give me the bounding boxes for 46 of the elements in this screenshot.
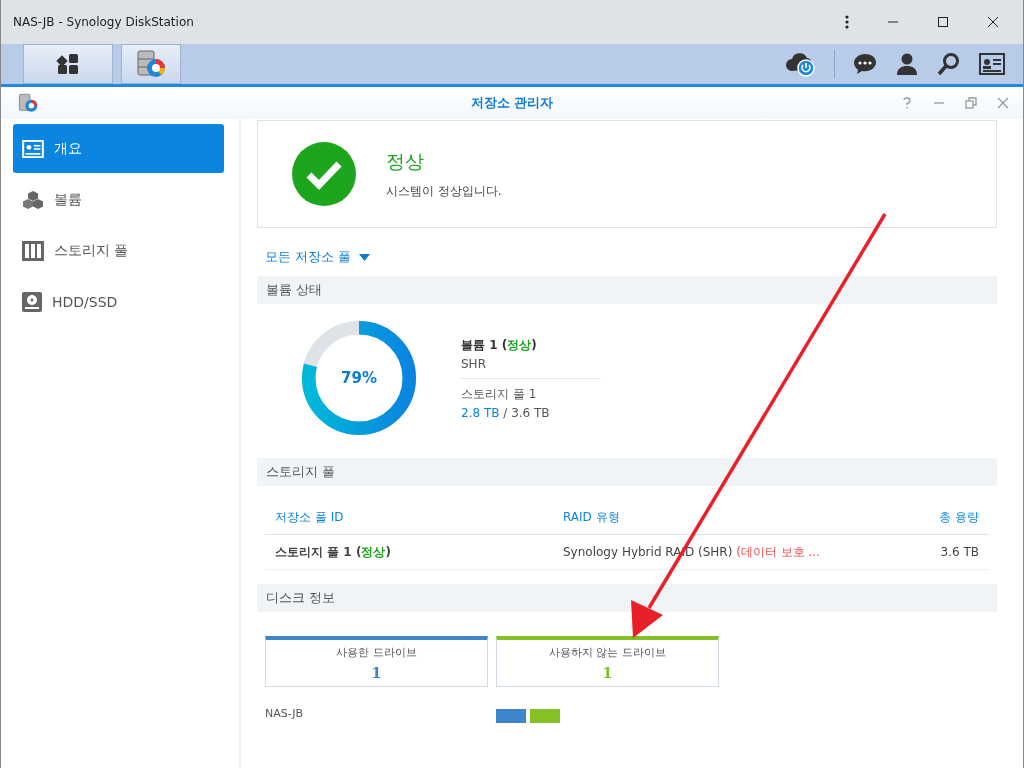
sidebar-item[interactable]: 스토리지 풀 <box>13 226 224 275</box>
volume-name: 볼륨 1 (정상) <box>461 336 538 354</box>
id-card-icon[interactable] <box>979 53 1005 75</box>
status-title: 정상 <box>386 148 425 174</box>
check-circle-icon <box>292 142 356 206</box>
maximize-icon[interactable] <box>937 16 949 28</box>
column-header[interactable]: 총 용량 <box>899 508 979 526</box>
volume-type: SHR <box>461 356 487 371</box>
storage-pie-icon <box>135 49 167 79</box>
host-name: NAS-JB <box>265 706 305 720</box>
status-message: 시스템이 정상입니다. <box>386 182 502 200</box>
pool-name: 스토리지 풀 1 <box>461 385 538 403</box>
section-header: 디스크 정보 <box>257 584 997 612</box>
cubes-icon <box>22 189 44 210</box>
pool-filter-dropdown[interactable]: 모든 저장소 풀 <box>265 248 371 266</box>
close-icon[interactable] <box>987 16 999 28</box>
search-icon[interactable] <box>937 52 961 76</box>
main-menu-button[interactable] <box>23 44 113 84</box>
cloud-power-icon[interactable] <box>784 51 816 77</box>
table-cell-text: 3.6 TB <box>939 545 979 559</box>
card-label: 사용하지 않는 드라이브 <box>549 644 666 660</box>
volume-usage: 2.8 TB / 3.6 TB <box>461 405 551 420</box>
window-title: NAS-JB - Synology DiskStation <box>13 15 194 29</box>
column-header[interactable]: 저장소 풀 ID <box>275 508 563 526</box>
app-title: 저장소 관리자 <box>470 94 554 112</box>
id-card-icon <box>22 139 44 158</box>
sidebar-item[interactable]: 개요 <box>13 124 224 173</box>
section-header: 스토리지 풀 <box>257 458 997 486</box>
drive-count: 1 <box>371 663 382 682</box>
user-icon[interactable] <box>895 52 919 76</box>
usage-percent: 79% <box>340 369 378 387</box>
chat-icon[interactable] <box>853 52 877 76</box>
help-icon[interactable] <box>901 97 913 109</box>
section-header: 볼륨 상태 <box>257 276 997 304</box>
drive-count: 1 <box>602 663 613 682</box>
caret-icon <box>359 253 371 261</box>
column-header[interactable]: RAID 유형 <box>563 508 899 526</box>
storage-manager-icon <box>17 93 39 113</box>
table-cell-text: 스토리지 풀 1 (정상) <box>275 543 392 561</box>
sidebar-item[interactable]: 볼륨 <box>13 175 224 224</box>
sidebar-item[interactable]: HDD/SSD <box>13 277 224 326</box>
drive-bays-icon <box>22 240 44 261</box>
widgets-icon <box>56 52 80 76</box>
storage-manager-taskbar-button[interactable] <box>121 44 181 84</box>
more-icon[interactable] <box>845 15 849 29</box>
card-label: 사용한 드라이브 <box>336 644 417 660</box>
